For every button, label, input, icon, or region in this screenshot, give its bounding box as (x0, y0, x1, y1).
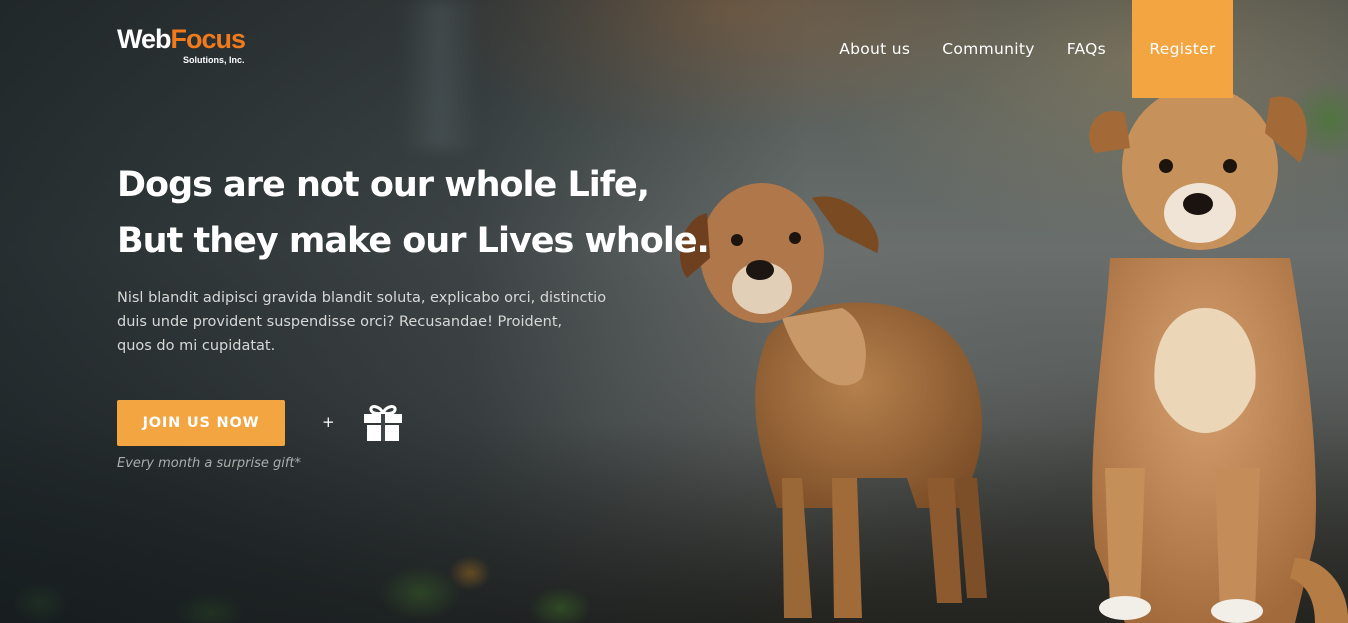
puppy-sitting-image (1065, 88, 1348, 623)
hero-description: Nisl blandit adipisci gravida blandit so… (117, 286, 617, 358)
background-plants (0, 513, 620, 623)
puppy-walking-image (672, 178, 1002, 623)
headline-line-2: But they make our Lives whole. (117, 221, 710, 261)
logo-subtitle: Solutions, Inc. (183, 55, 245, 65)
logo-web-text: Web (117, 24, 172, 54)
description-line-1: Nisl blandit adipisci gravida blandit so… (117, 290, 607, 306)
description-line-3: quos do mi cupidatat. (117, 338, 276, 354)
nav-item-community[interactable]: Community (926, 0, 1050, 98)
plus-sign: + (322, 413, 335, 431)
join-us-now-button[interactable]: JOIN US NOW (117, 400, 285, 446)
headline-line-1: Dogs are not our whole Life, (117, 165, 650, 205)
background-post (400, 0, 480, 150)
description-line-2: duis unde provident suspendisse orci? Re… (117, 314, 563, 330)
company-logo[interactable]: WebFocus Solutions, Inc. (117, 24, 247, 65)
main-nav: About us Community FAQs Register (823, 0, 1233, 98)
gift-note: Every month a surprise gift* (117, 456, 302, 471)
logo-focus-text: Focus (170, 24, 247, 54)
nav-item-faqs[interactable]: FAQs (1051, 0, 1122, 98)
register-button[interactable]: Register (1132, 0, 1233, 98)
gift-icon (362, 404, 404, 446)
hero-headline: Dogs are not our whole Life, But they ma… (117, 157, 710, 269)
nav-item-about-us[interactable]: About us (823, 0, 926, 98)
